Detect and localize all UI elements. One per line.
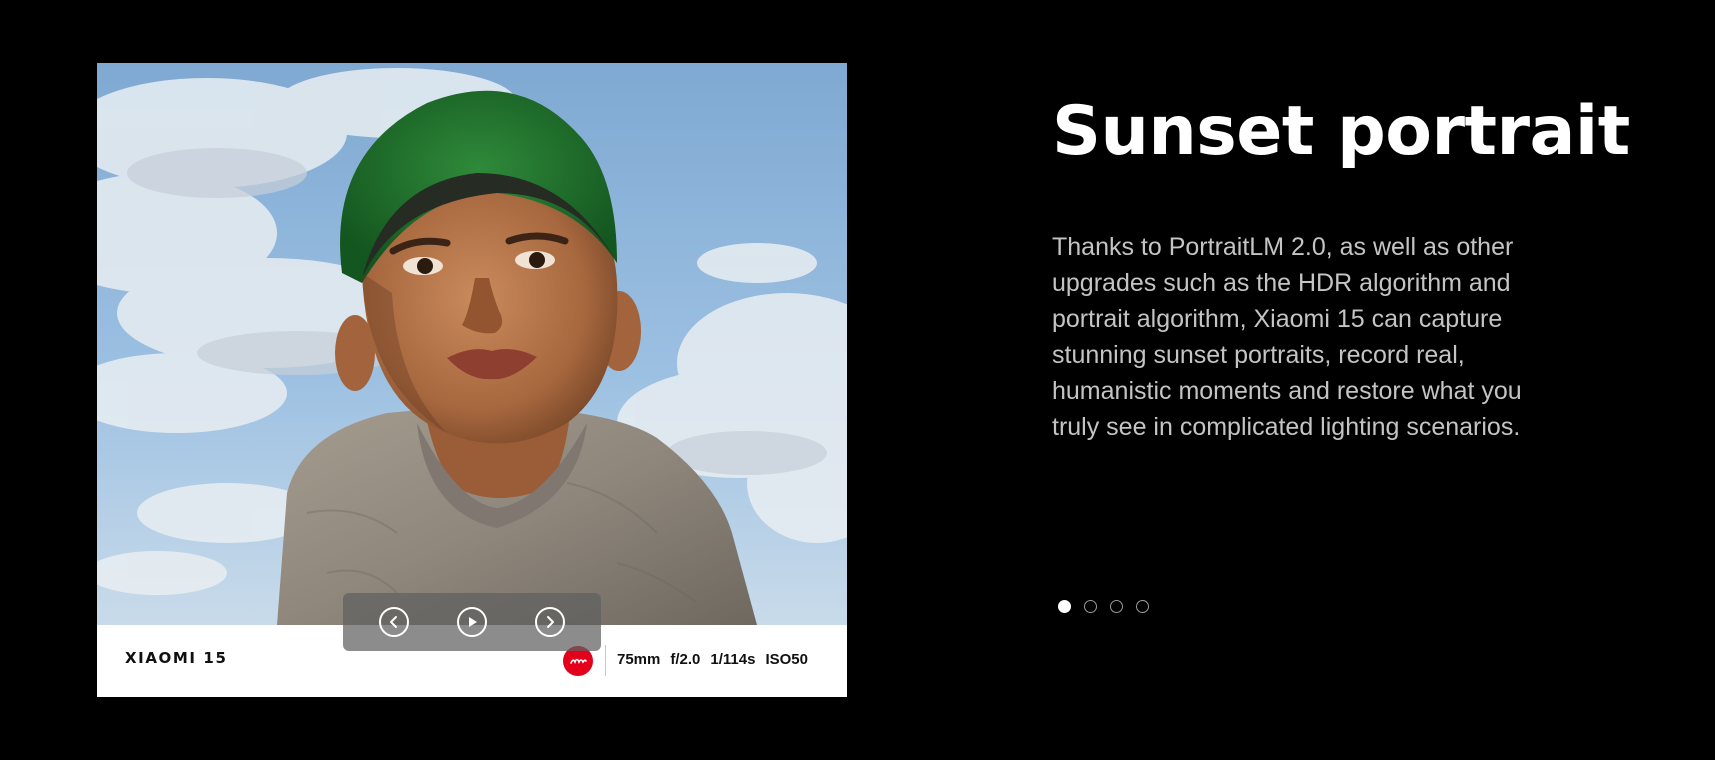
carousel-pagination — [1058, 600, 1149, 613]
chevron-right-icon — [547, 616, 554, 628]
player-controls — [343, 593, 601, 651]
play-icon — [469, 617, 477, 627]
previous-slide-button[interactable] — [379, 607, 409, 637]
exif-divider — [605, 645, 606, 676]
chevron-left-icon — [390, 616, 397, 628]
exif-shutter-speed: 1/114s — [710, 651, 756, 668]
exif-aperture: f/2.0 — [670, 651, 701, 668]
exif-focal-length: 75mm — [617, 651, 661, 668]
pagination-dot[interactable] — [1136, 600, 1149, 613]
play-button[interactable] — [457, 607, 487, 637]
exif-iso: ISO50 — [765, 651, 808, 668]
slide-title: Sunset portrait — [1052, 92, 1630, 171]
pagination-dot[interactable] — [1058, 600, 1071, 613]
brand-watermark: XIAOMI 15 — [125, 649, 228, 667]
pagination-dot[interactable] — [1110, 600, 1123, 613]
pagination-dot[interactable] — [1084, 600, 1097, 613]
exif-info: 75mm f/2.0 1/114s ISO50 — [617, 651, 808, 668]
portrait-photo — [97, 63, 847, 625]
portrait-photo-illustration — [97, 63, 847, 625]
slide-description: Thanks to PortraitLM 2.0, as well as oth… — [1052, 233, 1522, 441]
next-slide-button[interactable] — [535, 607, 565, 637]
